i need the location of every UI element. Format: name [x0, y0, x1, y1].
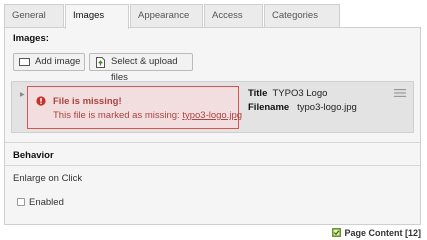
tab-bar: General Images Appearance Access Categor… — [4, 4, 421, 29]
page-content-label: Page Content [12] — [344, 227, 421, 238]
filename-value: typo3-logo.jpg — [297, 102, 357, 113]
title-label: Title — [248, 88, 268, 99]
upload-file-icon — [95, 57, 106, 74]
drag-handle-icon[interactable] — [394, 89, 406, 100]
missing-file-link[interactable]: typo3-logo.jpg — [182, 110, 242, 121]
page-content-icon — [332, 228, 342, 239]
title-value: TYPO3 Logo — [272, 88, 328, 99]
image-icon — [19, 57, 30, 73]
warning-icon — [36, 96, 46, 109]
tab-access[interactable]: Access — [204, 4, 263, 27]
tab-general[interactable]: General — [4, 4, 64, 27]
alert-message: This file is marked as missing: — [53, 110, 180, 121]
alert-title: File is missing! — [53, 96, 122, 107]
select-upload-button[interactable]: Select & upload files — [89, 53, 193, 83]
missing-file-alert: File is missing! This file is marked as … — [27, 86, 242, 129]
behavior-heading: Behavior — [13, 150, 54, 161]
tab-panel: Images: Add image Select & upload files … — [4, 27, 421, 225]
page-content-link[interactable]: Page Content [12] — [332, 228, 421, 239]
tab-categories[interactable]: Categories — [264, 4, 340, 27]
enabled-label[interactable]: Enabled — [29, 197, 64, 208]
filename-label: Filename — [248, 102, 290, 113]
tab-images[interactable]: Images — [65, 4, 129, 29]
expand-chevron-icon[interactable]: ▶ — [20, 91, 25, 98]
enabled-checkbox[interactable] — [17, 198, 25, 206]
images-heading: Images: — [13, 33, 49, 44]
enlarge-on-click-label: Enlarge on Click — [13, 173, 83, 184]
select-upload-label: Select & upload files — [111, 56, 178, 83]
section-divider — [5, 142, 420, 143]
title-row: Title TYPO3 Logo — [248, 88, 327, 99]
alert-text: This file is marked as missing: typo3-lo… — [53, 110, 242, 121]
add-image-button[interactable]: Add image — [13, 53, 85, 71]
section-divider — [5, 165, 420, 166]
file-reference-card: ▶ File is missing! This file is marked a… — [11, 81, 414, 133]
add-image-label: Add image — [35, 56, 81, 67]
tab-appearance[interactable]: Appearance — [130, 4, 203, 27]
filename-row: Filename typo3-logo.jpg — [248, 102, 357, 113]
